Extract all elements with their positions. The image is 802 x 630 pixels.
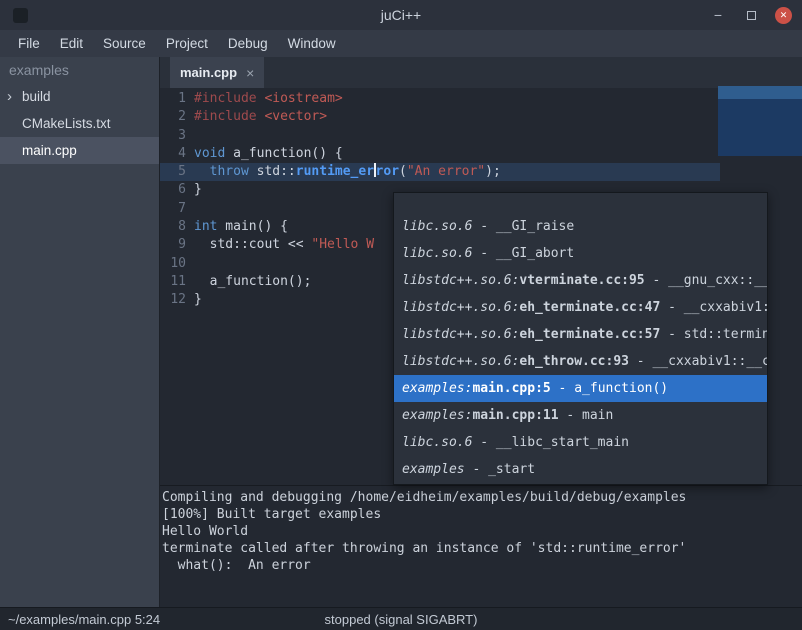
window-controls: − ✕ xyxy=(709,0,792,30)
window-title: juCi++ xyxy=(381,7,421,23)
code-text: a_function(); xyxy=(194,273,311,291)
code-text: } xyxy=(194,291,202,309)
tab-bar: main.cpp × xyxy=(160,57,802,88)
chevron-right-icon: › xyxy=(7,83,12,110)
terminal-line: Hello World xyxy=(162,523,802,540)
minimize-icon: − xyxy=(714,7,722,23)
terminal-line: terminate called after throwing an insta… xyxy=(162,540,802,557)
backtrace-item[interactable]: libc.so.6 - __GI_raise xyxy=(394,213,767,240)
minimize-button[interactable]: − xyxy=(709,6,727,24)
status-file-position: ~/examples/main.cpp 5:24 xyxy=(8,612,160,627)
line-number[interactable]: 3 xyxy=(160,127,186,145)
sidebar-item-CMakeLists.txt[interactable]: CMakeLists.txt xyxy=(0,110,159,137)
terminal-line: what(): An error xyxy=(162,557,802,574)
code-text: throw std::runtime_error("An error"); xyxy=(194,163,501,181)
menu-window[interactable]: Window xyxy=(278,30,346,57)
backtrace-item[interactable]: libstdc++.so.6:eh_terminate.cc:47 - __cx… xyxy=(394,294,767,321)
backtrace-item[interactable]: examples:main.cpp:5 - a_function() xyxy=(394,375,767,402)
title-bar: juCi++ − ✕ xyxy=(0,0,802,30)
backtrace-item[interactable]: libstdc++.so.6:eh_terminate.cc:57 - std:… xyxy=(394,321,767,348)
debug-overlay-box xyxy=(718,86,802,156)
line-number[interactable]: 10 xyxy=(160,255,186,273)
tree-item-label: CMakeLists.txt xyxy=(22,116,111,131)
backtrace-item[interactable]: libc.so.6 - __libc_start_main xyxy=(394,429,767,456)
line-number[interactable]: 1 xyxy=(160,90,186,108)
line-number[interactable]: 2 xyxy=(160,108,186,126)
tab-close-icon[interactable]: × xyxy=(246,65,254,81)
code-line-4[interactable]: 4 void a_function() { xyxy=(160,145,802,163)
backtrace-item[interactable]: libstdc++.so.6:vterminate.cc:95 - __gnu_… xyxy=(394,267,767,294)
code-text: void a_function() { xyxy=(194,145,343,163)
menu-source[interactable]: Source xyxy=(93,30,156,57)
sidebar-item-build[interactable]: › build xyxy=(0,83,159,110)
code-line-3[interactable]: 3 xyxy=(160,127,802,145)
tree-item-label: main.cpp xyxy=(22,143,77,158)
line-number[interactable]: 7 xyxy=(160,200,186,218)
line-number[interactable]: 6 xyxy=(160,181,186,199)
line-number[interactable]: 11 xyxy=(160,273,186,291)
code-line-2[interactable]: 2 #include <vector> xyxy=(160,108,802,126)
file-tree: › build CMakeLists.txt main.cpp xyxy=(0,83,159,164)
terminal-line: Compiling and debugging /home/eidheim/ex… xyxy=(162,489,802,506)
code-text: #include <vector> xyxy=(194,108,327,126)
backtrace-item[interactable]: examples - _start xyxy=(394,456,767,483)
file-tree-sidebar: examples › build CMakeLists.txt main.cpp xyxy=(0,57,160,607)
terminal-line: [100%] Built target examples xyxy=(162,506,802,523)
backtrace-list: libc.so.6 - __GI_raiselibc.so.6 - __GI_a… xyxy=(394,213,767,483)
tab-label: main.cpp xyxy=(180,65,237,80)
tree-item-label: build xyxy=(22,89,51,104)
debug-overlay-header xyxy=(718,86,802,99)
debug-overlay-body xyxy=(718,99,802,156)
line-number[interactable]: 4 xyxy=(160,145,186,163)
backtrace-item[interactable]: examples:main.cpp:11 - main xyxy=(394,402,767,429)
menu-edit[interactable]: Edit xyxy=(50,30,93,57)
line-number[interactable]: 8 xyxy=(160,218,186,236)
code-line-1[interactable]: 1 #include <iostream> xyxy=(160,90,802,108)
project-name-header: examples xyxy=(0,57,159,83)
menu-bar: FileEditSourceProjectDebugWindow xyxy=(0,30,802,57)
close-button[interactable]: ✕ xyxy=(775,7,792,24)
code-text: std::cout << "Hello W xyxy=(194,236,374,254)
backtrace-item[interactable]: libstdc++.so.6:eh_throw.cc:93 - __cxxabi… xyxy=(394,348,767,375)
line-number[interactable]: 12 xyxy=(160,291,186,309)
backtrace-popup: libc.so.6 - __GI_raiselibc.so.6 - __GI_a… xyxy=(393,192,768,485)
status-bar: ~/examples/main.cpp 5:24 stopped (signal… xyxy=(0,607,802,630)
menu-file[interactable]: File xyxy=(8,30,50,57)
sidebar-item-main.cpp[interactable]: main.cpp xyxy=(0,137,159,164)
code-line-5[interactable]: 5 throw std::runtime_error("An error"); xyxy=(160,163,802,181)
code-text: int main() { xyxy=(194,218,288,236)
line-number[interactable]: 5 xyxy=(160,163,186,181)
menu-project[interactable]: Project xyxy=(156,30,218,57)
code-text: } xyxy=(194,181,202,199)
restore-button[interactable] xyxy=(742,6,760,24)
restore-icon xyxy=(747,11,756,20)
tab-main-cpp[interactable]: main.cpp × xyxy=(170,57,264,88)
app-icon xyxy=(13,8,28,23)
code-text: #include <iostream> xyxy=(194,90,343,108)
close-icon: ✕ xyxy=(780,10,788,21)
line-number[interactable]: 9 xyxy=(160,236,186,254)
backtrace-item[interactable]: libc.so.6 - __GI_abort xyxy=(394,240,767,267)
output-panel[interactable]: Compiling and debugging /home/eidheim/ex… xyxy=(160,485,802,607)
menu-debug[interactable]: Debug xyxy=(218,30,278,57)
